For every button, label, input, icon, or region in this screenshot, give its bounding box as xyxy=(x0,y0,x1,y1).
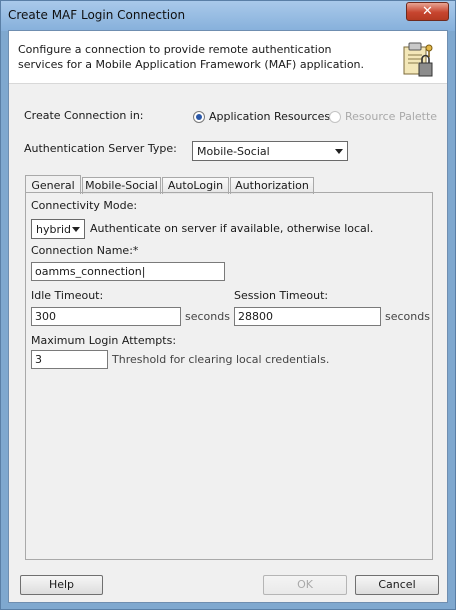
dialog-header: Configure a connection to provide remote… xyxy=(9,31,447,84)
radio-resource-palette[interactable] xyxy=(329,111,341,123)
connection-name-label: Connection Name:* xyxy=(31,244,139,257)
auth-server-type-select[interactable]: Mobile-Social xyxy=(192,141,348,161)
idle-timeout-label: Idle Timeout: xyxy=(31,289,104,302)
connectivity-mode-label: Connectivity Mode: xyxy=(31,199,138,212)
dialog-window: Create MAF Login Connection ✕ Configure … xyxy=(0,0,456,610)
title-bar[interactable]: Create MAF Login Connection ✕ xyxy=(1,1,455,31)
cancel-button-label: Cancel xyxy=(378,578,416,591)
auth-server-type-value: Mobile-Social xyxy=(197,145,270,158)
tab-autologin-label: AutoLogin xyxy=(167,179,224,192)
session-timeout-unit: seconds xyxy=(385,310,430,323)
session-timeout-value: 28800 xyxy=(238,310,273,323)
connection-wizard-icon xyxy=(403,42,433,77)
max-login-attempts-input[interactable]: 3 xyxy=(31,350,108,369)
radio-application-resources[interactable] xyxy=(193,111,205,123)
connection-name-value: oamms_connection xyxy=(35,265,142,278)
help-button-label: Help xyxy=(48,578,75,591)
session-timeout-input[interactable]: 28800 xyxy=(234,307,381,326)
close-button[interactable]: ✕ xyxy=(406,2,449,21)
idle-timeout-unit: seconds xyxy=(185,310,230,323)
general-tab-panel: Connectivity Mode: hybrid Authenticate o… xyxy=(25,192,433,560)
window-title: Create MAF Login Connection xyxy=(8,8,186,22)
max-login-attempts-hint: Threshold for clearing local credentials… xyxy=(112,353,330,366)
ok-button[interactable]: OK xyxy=(263,575,347,595)
ok-button-label: OK xyxy=(297,578,313,591)
tab-mobile-social-label: Mobile-Social xyxy=(85,179,158,192)
connection-name-input[interactable]: oamms_connection| xyxy=(31,262,225,281)
idle-timeout-value: 300 xyxy=(35,310,56,323)
help-button[interactable]: Help xyxy=(20,575,103,595)
chevron-down-icon xyxy=(72,227,80,232)
chevron-down-icon xyxy=(335,149,343,154)
cancel-button[interactable]: Cancel xyxy=(355,575,439,595)
max-login-attempts-value: 3 xyxy=(35,353,42,366)
create-in-label: Create Connection in: xyxy=(24,109,144,122)
tab-authorization-label: Authorization xyxy=(235,179,309,192)
tab-general-label: General xyxy=(31,179,75,192)
session-timeout-label: Session Timeout: xyxy=(234,289,329,302)
close-icon: ✕ xyxy=(422,4,433,19)
connectivity-mode-value: hybrid xyxy=(36,223,72,236)
dialog-client-area: Configure a connection to provide remote… xyxy=(8,30,448,603)
radio-application-resources-label[interactable]: Application Resources xyxy=(209,110,330,123)
header-description: Configure a connection to provide remote… xyxy=(18,43,365,71)
max-login-attempts-label: Maximum Login Attempts: xyxy=(31,334,177,347)
idle-timeout-input[interactable]: 300 xyxy=(31,307,181,326)
connectivity-mode-hint: Authenticate on server if available, oth… xyxy=(90,222,374,235)
auth-server-type-label: Authentication Server Type: xyxy=(24,142,177,155)
radio-resource-palette-label[interactable]: Resource Palette xyxy=(345,110,437,123)
connectivity-mode-select[interactable]: hybrid xyxy=(31,219,85,239)
